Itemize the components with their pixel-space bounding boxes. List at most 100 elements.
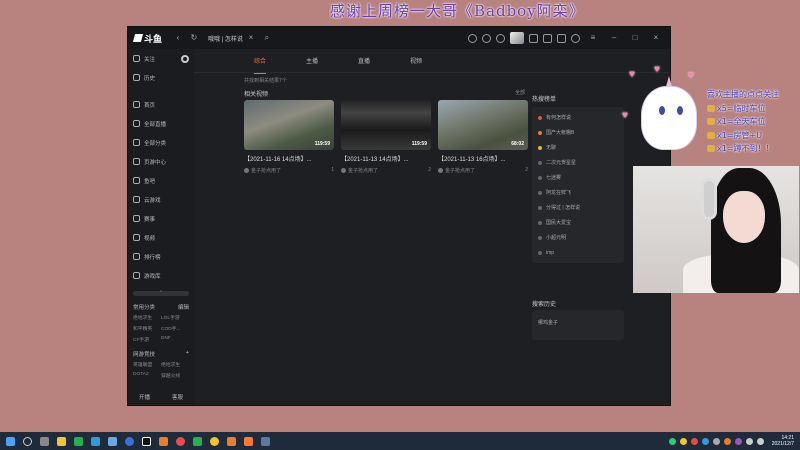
heart-icon[interactable] xyxy=(482,33,491,43)
app-icon[interactable] xyxy=(210,436,219,446)
category-link[interactable]: 穿越火线 xyxy=(161,372,189,379)
sidebar-item-home[interactable]: 首页 xyxy=(128,95,194,114)
video-title[interactable]: 【2021-11-16 14点场】... xyxy=(244,154,334,163)
hot-search-item[interactable]: 小超元明 xyxy=(532,230,624,245)
browser-icon[interactable] xyxy=(91,436,100,446)
app-icon[interactable] xyxy=(261,436,270,446)
tray-icon[interactable] xyxy=(701,437,709,445)
app-icon[interactable] xyxy=(125,436,134,446)
tray-icon[interactable] xyxy=(734,437,742,445)
hot-search-item[interactable]: 有何怎样说 xyxy=(532,110,624,125)
video-thumbnail[interactable]: 119:59 xyxy=(341,100,431,150)
refresh-icon[interactable]: ↻ xyxy=(189,33,199,43)
video-title[interactable]: 【2021-11-13 16点场】... xyxy=(438,154,528,163)
tray-icon[interactable] xyxy=(679,437,687,445)
start-icon[interactable] xyxy=(6,436,15,446)
collapse-handle[interactable]: ⌃ xyxy=(133,291,189,296)
hot-search-item[interactable]: 二次元贺星星 xyxy=(532,155,624,170)
tab-video[interactable]: 视频 xyxy=(410,56,422,65)
tray-icon[interactable] xyxy=(723,437,731,445)
wifi-icon[interactable] xyxy=(745,437,753,445)
back-arrow-icon[interactable]: ‹ xyxy=(173,33,183,43)
settings-icon[interactable] xyxy=(571,33,580,43)
sidebar-item-fish-bar[interactable]: 鱼吧 xyxy=(128,171,194,190)
task-view-icon[interactable] xyxy=(40,436,49,446)
support-button[interactable]: 客服 xyxy=(172,393,183,401)
menu-icon[interactable]: ≡ xyxy=(588,33,598,43)
tab-streamer[interactable]: 主播 xyxy=(306,56,318,65)
maximize-icon[interactable]: □ xyxy=(630,33,640,43)
obs-icon[interactable] xyxy=(142,436,151,446)
category-link[interactable]: CF手游 xyxy=(133,336,161,343)
user-avatar[interactable] xyxy=(510,32,524,44)
heart-icon: ♥ xyxy=(688,70,694,81)
hot-search-item[interactable]: 国民大爱宝 xyxy=(532,215,624,230)
sidebar-item-categories[interactable]: 全部分类 xyxy=(128,133,194,152)
sidebar-item-ranking[interactable]: 排行榜 xyxy=(128,247,194,266)
video-thumbnail[interactable]: 119:59 xyxy=(244,100,334,150)
sidebar-item-game-library[interactable]: 游戏库 xyxy=(128,266,194,285)
hot-search-item[interactable]: 阿龙在鲜飞 xyxy=(532,185,624,200)
hot-search-item[interactable]: 分得过 | 怎样说 xyxy=(532,200,624,215)
view-all-link[interactable]: 全部 xyxy=(515,89,525,96)
close-window-icon[interactable]: × xyxy=(651,33,661,43)
category-link[interactable]: 绝地求生 xyxy=(161,361,189,368)
hot-search-item[interactable]: 七迷雾 xyxy=(532,170,624,185)
history-icon[interactable] xyxy=(468,33,477,43)
search-tab-label[interactable]: 哦哦 | 怎样说 xyxy=(208,34,243,43)
sidebar-item-game-center[interactable]: 页游中心 xyxy=(128,152,194,171)
tray-icon[interactable] xyxy=(690,437,698,445)
video-thumbnail[interactable]: 68:02 xyxy=(438,100,528,150)
go-live-button[interactable]: 开播 xyxy=(139,393,150,401)
app-icon[interactable] xyxy=(227,436,236,446)
sidebar-item-video[interactable]: 视频 xyxy=(128,228,194,247)
minimize-icon[interactable]: – xyxy=(609,33,619,43)
steam-icon[interactable] xyxy=(108,436,117,446)
explorer-icon[interactable] xyxy=(57,436,66,446)
system-clock[interactable]: 14:21 2021/12/7 xyxy=(772,435,794,447)
app-icon[interactable] xyxy=(244,436,253,446)
tab-all[interactable]: 综合 xyxy=(254,56,267,74)
tray-icon[interactable] xyxy=(712,437,720,445)
douyu-icon[interactable] xyxy=(159,436,168,446)
video-author[interactable]: 金子抢点用了 xyxy=(251,167,281,174)
category-link[interactable]: COD手... xyxy=(161,325,189,332)
hot-search-item[interactable]: imp xyxy=(532,245,624,260)
message-icon[interactable] xyxy=(557,33,566,43)
video-title[interactable]: 【2021-11-13 14点场】... xyxy=(341,154,431,163)
sidebar-item-esports[interactable]: 赛事 xyxy=(128,209,194,228)
hot-search-item[interactable]: 国产大帐棚B xyxy=(532,125,624,140)
download-icon[interactable] xyxy=(529,33,538,43)
chrome-icon[interactable] xyxy=(176,436,185,446)
search-icon[interactable] xyxy=(23,436,32,446)
wechat-icon[interactable] xyxy=(74,436,83,446)
hot-search-item[interactable]: 无聊 xyxy=(532,140,624,155)
category-link[interactable]: 和平精英 xyxy=(133,325,161,332)
video-card[interactable]: 68:02 【2021-11-13 16点场】... 金子抢点用了 2 xyxy=(438,100,528,174)
sidebar-item-cloud-game[interactable]: 云游戏 xyxy=(128,190,194,209)
add-category-button[interactable]: + xyxy=(186,350,189,358)
sidebar-item-history[interactable]: 历史 xyxy=(128,68,194,87)
category-link[interactable]: 英雄联盟 xyxy=(133,361,161,368)
close-tab-icon[interactable]: × xyxy=(246,33,256,43)
video-card[interactable]: 119:59 【2021-11-16 14点场】... 金子抢点用了 1 xyxy=(244,100,334,174)
category-link[interactable]: DOTA2 xyxy=(133,372,161,379)
edit-link[interactable]: 编辑 xyxy=(178,303,189,311)
video-author[interactable]: 金子抢点用了 xyxy=(445,167,475,174)
hot-search-label: 阿龙在鲜飞 xyxy=(546,190,572,196)
category-link[interactable]: 绝地求生 xyxy=(133,314,161,321)
search-history-item[interactable]: 哪鸡金子 xyxy=(538,320,558,326)
category-link[interactable]: DNF xyxy=(161,336,189,343)
sidebar-item-all-live[interactable]: 全部直播 xyxy=(128,114,194,133)
video-card[interactable]: 119:59 【2021-11-13 14点场】... 金子抢点用了 2 xyxy=(341,100,431,174)
video-author[interactable]: 金子抢点用了 xyxy=(348,167,378,174)
notification-icon[interactable] xyxy=(496,33,505,43)
app-icon[interactable] xyxy=(193,436,202,446)
shirt-icon[interactable] xyxy=(543,33,552,43)
volume-icon[interactable] xyxy=(756,437,764,445)
category-link[interactable]: LOL手游 xyxy=(161,314,189,321)
sidebar-settings-icon[interactable] xyxy=(181,55,189,63)
tray-icon[interactable] xyxy=(668,437,676,445)
search-icon[interactable]: ⌕ xyxy=(262,33,272,43)
tab-live[interactable]: 直播 xyxy=(358,56,370,65)
